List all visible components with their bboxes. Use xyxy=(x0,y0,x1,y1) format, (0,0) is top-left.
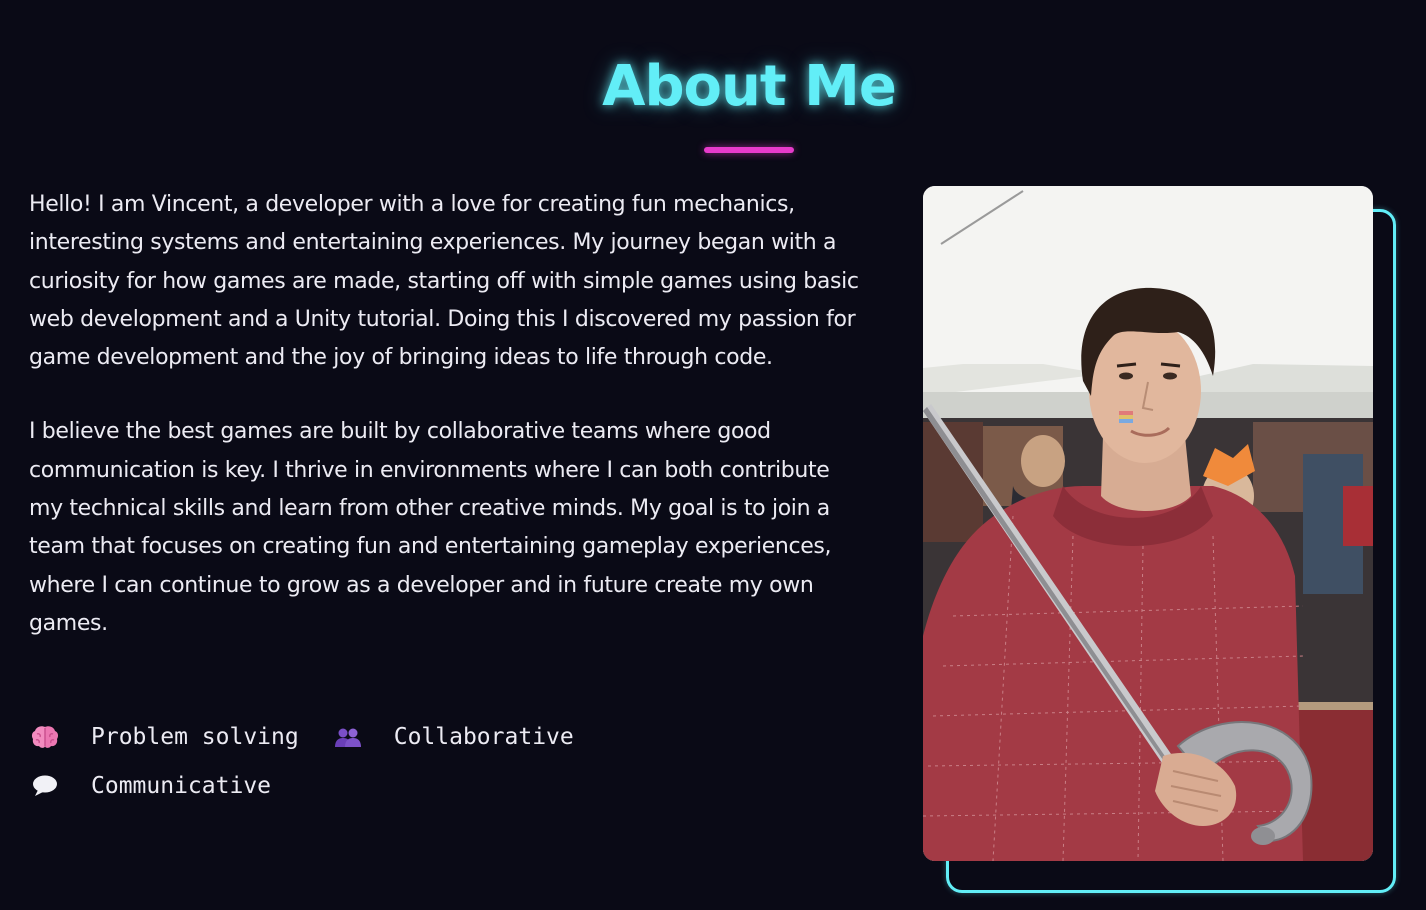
trait-communicative: Communicative xyxy=(30,771,271,801)
trait-label: Problem solving xyxy=(91,723,299,750)
bio-paragraph-1: Hello! I am Vincent, a developer with a … xyxy=(29,192,859,371)
title-underline xyxy=(704,147,794,153)
trait-problem-solving: Problem solving xyxy=(30,722,299,752)
speech-bubble-icon xyxy=(30,771,60,801)
profile-photo xyxy=(923,186,1373,861)
people-icon xyxy=(333,722,363,752)
traits-row-2: Communicative xyxy=(30,761,830,810)
trait-label: Collaborative xyxy=(393,723,574,750)
section-title: About Me xyxy=(602,54,897,119)
trait-label: Communicative xyxy=(91,772,272,799)
bio-paragraph-2: I believe the best games are built by co… xyxy=(29,419,832,636)
brain-icon xyxy=(30,722,60,752)
traits-list: Problem solving Collaborative Communicat… xyxy=(30,712,830,810)
trait-collaborative: Collaborative xyxy=(333,722,574,752)
traits-row-1: Problem solving Collaborative xyxy=(30,712,830,761)
bio-text: Hello! I am Vincent, a developer with a … xyxy=(29,186,859,643)
